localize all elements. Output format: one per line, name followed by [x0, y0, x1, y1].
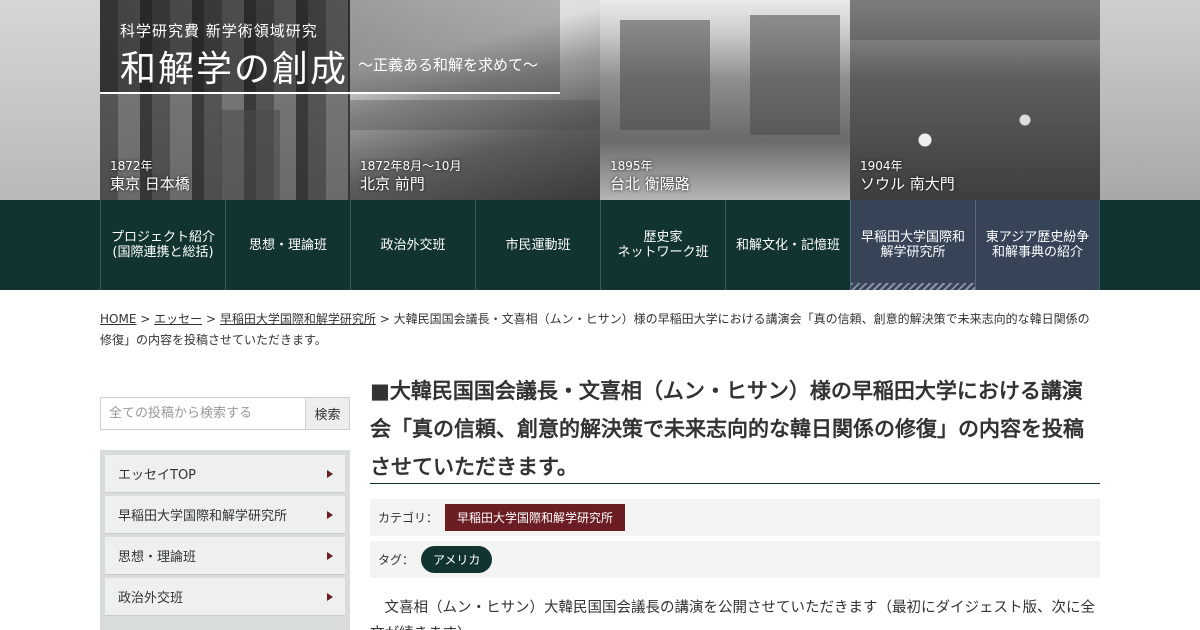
photo-place: 北京 前門 [360, 175, 425, 193]
category-row: カテゴリ： 早稲田大学国際和解学研究所 [370, 499, 1100, 536]
sidebar-item-label: 思想・理論班 [118, 550, 197, 565]
photo-place: 台北 衡陽路 [610, 175, 690, 193]
photo-year: 1872年8月〜10月 [360, 159, 462, 173]
header-side-left [0, 0, 100, 200]
sidebar-item-political-diplomacy[interactable]: 政治外交班 [105, 578, 345, 616]
breadcrumb-separator: > [379, 312, 390, 326]
nav-item-thought-theory[interactable]: 思想・理論班 [225, 200, 350, 290]
chevron-right-icon [327, 511, 333, 519]
header-side-right [1100, 0, 1200, 200]
sidebar-item-label: エッセイTOP [118, 468, 197, 483]
breadcrumb-separator: > [205, 312, 217, 326]
category-label: カテゴリ： [378, 511, 439, 525]
header-photo-band: 1872年 東京 日本橋 1872年8月〜10月 北京 前門 1895年 台北 … [0, 0, 1200, 200]
photo-year: 1904年 [860, 159, 903, 173]
tag-row: タグ： アメリカ [370, 541, 1100, 578]
search-form: 検索 [100, 397, 350, 430]
photo-year: 1895年 [610, 159, 653, 173]
article-title: ■大韓民国国会議長・文喜相（ムン・ヒサン）様の早稲田大学における講演会「真の信頼… [370, 379, 1084, 479]
sidebar-item-waseda-institute[interactable]: 早稲田大学国際和解学研究所 [105, 496, 345, 534]
site-tagline: 〜正義ある和解を求めて〜 [358, 56, 539, 74]
breadcrumb-institute[interactable]: 早稲田大学国際和解学研究所 [220, 312, 376, 326]
tag-label: タグ： [378, 553, 415, 567]
chevron-right-icon [327, 593, 333, 601]
nav-item-project-intro[interactable]: プロジェクト紹介 (国際連携と総括) [100, 200, 225, 290]
global-nav-items: プロジェクト紹介 (国際連携と総括) 思想・理論班 政治外交班 市民運動班 歴史… [100, 200, 1100, 290]
photo-caption: 1872年8月〜10月 北京 前門 [360, 158, 461, 194]
article-body: 文喜相（ムン・ヒサン）大韓民国国会議長の講演を公開させていただきます（最初にダイ… [370, 600, 1095, 630]
photo-caption: 1904年 ソウル 南大門 [860, 158, 955, 194]
photo-taipei-hengyang: 1895年 台北 衡陽路 [600, 0, 850, 200]
photo-caption: 1872年 東京 日本橋 [110, 158, 190, 194]
breadcrumb-essay[interactable]: エッセー [154, 312, 202, 326]
search-input[interactable] [100, 397, 305, 430]
sidebar-item-essay-top[interactable]: エッセイTOP [105, 455, 345, 493]
nav-item-political-diplomacy[interactable]: 政治外交班 [350, 200, 475, 290]
photo-place: 東京 日本橋 [110, 175, 190, 193]
nav-item-waseda-institute[interactable]: 早稲田大学国際和解学研究所 [850, 200, 975, 290]
sidebar-item-label: 早稲田大学国際和解学研究所 [118, 509, 288, 524]
sidebar-item-label: 政治外交班 [118, 591, 184, 606]
breadcrumb-home[interactable]: HOME [100, 312, 136, 326]
nav-item-culture-memory[interactable]: 和解文化・記憶班 [725, 200, 850, 290]
breadcrumb-separator: > [140, 312, 151, 326]
global-nav: プロジェクト紹介 (国際連携と総括) 思想・理論班 政治外交班 市民運動班 歴史… [0, 200, 1200, 290]
nav-item-civil-movement[interactable]: 市民運動班 [475, 200, 600, 290]
chevron-right-icon [327, 470, 333, 478]
site-program-label: 科学研究費 新学術領域研究 [120, 22, 318, 40]
nav-item-dictionary-intro[interactable]: 東アジア歴史紛争和解事典の紹介 [975, 200, 1100, 290]
photo-seoul-namdaemun: 1904年 ソウル 南大門 [850, 0, 1100, 200]
category-badge[interactable]: 早稲田大学国際和解学研究所 [445, 504, 626, 531]
photo-year: 1872年 [110, 159, 153, 173]
nav-item-historian-network[interactable]: 歴史家 ネットワーク班 [600, 200, 725, 290]
tag-badge[interactable]: アメリカ [421, 546, 493, 573]
title-rule [370, 483, 1100, 484]
photo-place: ソウル 南大門 [860, 175, 955, 193]
site-title: 和解学の創成 [120, 49, 349, 90]
chevron-right-icon [327, 552, 333, 560]
search-button[interactable]: 検索 [305, 397, 350, 430]
sidebar-menu: エッセイTOP 早稲田大学国際和解学研究所 思想・理論班 政治外交班 [100, 450, 350, 630]
sidebar-item-thought-theory[interactable]: 思想・理論班 [105, 537, 345, 575]
title-divider [100, 92, 560, 94]
photo-caption: 1895年 台北 衡陽路 [610, 158, 690, 194]
breadcrumb: HOME > エッセー > 早稲田大学国際和解学研究所 > 大韓民国国会議長・文… [100, 309, 1100, 351]
